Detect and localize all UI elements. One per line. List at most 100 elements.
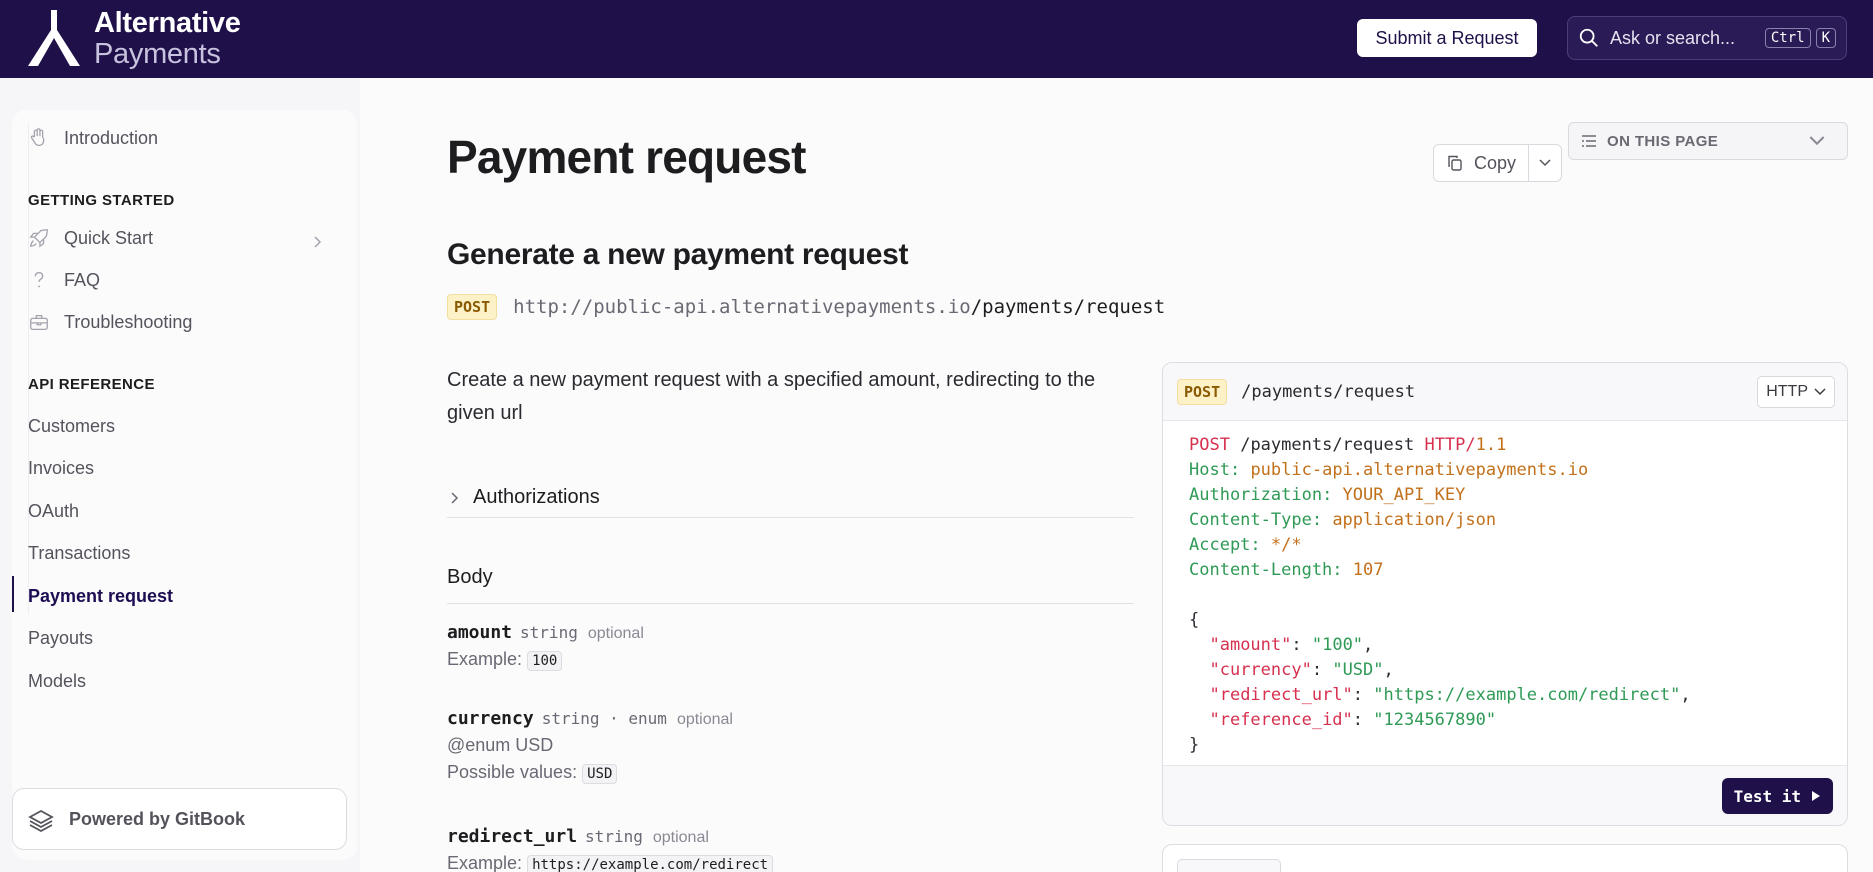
field-example: Example: 100 <box>447 649 644 671</box>
brand-line-1: Alternative <box>94 7 241 39</box>
code-panel-header: POST /payments/request HTTP <box>1163 363 1847 421</box>
rocket-icon <box>29 229 48 248</box>
response-tab[interactable] <box>1177 859 1281 872</box>
field-redirect-url: redirect_url string optional Example: http… <box>447 826 774 872</box>
chevron-down-icon <box>1809 136 1825 146</box>
test-it-label: Test it <box>1733 786 1801 806</box>
play-icon <box>1812 791 1820 801</box>
code-value: application/json <box>1332 510 1497 530</box>
sidebar-item-label: FAQ <box>64 269 101 290</box>
question-mark-icon <box>34 271 44 288</box>
on-this-page-toggle[interactable]: ON THIS PAGE <box>1568 122 1848 160</box>
field-type: string <box>585 827 643 846</box>
code-value: YOUR_API_KEY <box>1342 485 1466 505</box>
endpoint-host: http://public-api.alternativepayments.io <box>513 296 971 318</box>
gitbook-icon <box>28 809 54 833</box>
code-key: Authorization <box>1189 485 1323 505</box>
code-key: Content-Length <box>1189 560 1333 580</box>
field-amount: amount string optional Example: 100 <box>447 622 644 671</box>
copy-button[interactable]: Copy <box>1434 145 1530 181</box>
code-value: public-api.alternativepayments.io <box>1250 460 1589 480</box>
chevron-right-icon[interactable] <box>312 235 324 249</box>
json-value: "100" <box>1311 635 1364 655</box>
response-panel <box>1162 844 1848 872</box>
field-type: string · enum <box>541 709 667 728</box>
active-indicator <box>12 576 14 612</box>
section-heading: Generate a new payment request <box>447 238 909 271</box>
example-value: 100 <box>527 651 563 671</box>
top-header: Alternative Payments Submit a Request As… <box>0 0 1873 78</box>
json-value: "USD" <box>1332 660 1384 680</box>
sidebar-item-faq[interactable]: FAQ <box>28 264 100 296</box>
json-key: "currency" <box>1209 660 1312 680</box>
sidebar-item-transactions[interactable]: Transactions <box>28 537 130 569</box>
sidebar-item-payouts[interactable]: Payouts <box>28 622 93 654</box>
brand-line-2: Payments <box>94 38 221 70</box>
code-http: HTTP/ <box>1424 435 1476 455</box>
example-value: https://example.com/redirect <box>527 855 774 872</box>
shortcut-k: K <box>1815 28 1836 48</box>
sidebar-item-troubleshooting[interactable]: Troubleshooting <box>28 306 192 338</box>
possible-label: Possible values: <box>447 762 578 782</box>
sidebar-item-label: Troubleshooting <box>64 311 193 332</box>
powered-by-label: Powered by GitBook <box>69 808 246 829</box>
body-heading: Body <box>447 566 1134 604</box>
page-title: Payment request <box>447 131 807 183</box>
authorizations-label: Authorizations <box>473 486 600 508</box>
code-path: /payments/request <box>1240 435 1415 455</box>
sidebar-item-quick-start[interactable]: Quick Start <box>28 222 153 254</box>
method-badge: POST <box>447 294 498 320</box>
field-type: string <box>520 623 578 642</box>
toolbox-icon <box>30 314 48 330</box>
on-this-page-label: ON THIS PAGE <box>1607 132 1719 150</box>
json-key: "redirect_url" <box>1209 685 1353 705</box>
json-key: "amount" <box>1209 635 1292 655</box>
brand-name[interactable]: Alternative Payments <box>94 8 241 70</box>
code-http-version: 1.1 <box>1475 435 1507 455</box>
sidebar-item-models[interactable]: Models <box>28 665 86 697</box>
field-optional: optional <box>587 625 644 642</box>
request-code-block[interactable]: POST /payments/request HTTP/1.1 Host: pu… <box>1189 433 1691 758</box>
sidebar-item-customers[interactable]: Customers <box>28 410 115 442</box>
json-key: "reference_id" <box>1209 710 1353 730</box>
chevron-right-icon <box>451 491 459 504</box>
code-key: Host <box>1189 460 1230 480</box>
code-key: Accept <box>1189 535 1251 555</box>
copy-options-button[interactable] <box>1529 145 1561 181</box>
json-value: "https://example.com/redirect" <box>1373 685 1681 705</box>
section-heading-getting-started: GETTING STARTED <box>28 192 175 209</box>
section-heading-api-reference: API REFERENCE <box>28 376 155 393</box>
waving-hand-icon <box>30 128 45 146</box>
field-optional: optional <box>676 711 733 728</box>
language-select[interactable]: HTTP <box>1757 375 1835 408</box>
sidebar: Introduction GETTING STARTED Quick Start… <box>12 110 357 860</box>
search-icon <box>1579 28 1598 47</box>
example-label: Example: <box>447 853 523 872</box>
sidebar-item-introduction[interactable]: Introduction <box>28 122 158 154</box>
submit-request-button[interactable]: Submit a Request <box>1357 19 1537 57</box>
field-currency: currency string · enum optional @enum USD … <box>447 708 733 784</box>
possible-value: USD <box>582 764 618 784</box>
language-label: HTTP <box>1766 382 1808 400</box>
sidebar-item-payment-request[interactable]: Payment request <box>28 580 173 612</box>
sidebar-item-invoices[interactable]: Invoices <box>28 452 94 484</box>
method-badge: POST <box>1177 378 1228 405</box>
endpoint-description: Create a new payment request with a spec… <box>447 369 1096 424</box>
main-content: Payment request Copy ON THIS PAGE Genera… <box>360 78 1873 872</box>
field-optional: optional <box>652 829 709 846</box>
code-key: Content-Type <box>1189 510 1312 530</box>
code-method: POST <box>1189 435 1230 455</box>
test-it-button[interactable]: Test it <box>1721 778 1833 814</box>
sidebar-item-oauth[interactable]: OAuth <box>28 495 79 527</box>
code-value: 107 <box>1352 560 1384 580</box>
powered-by-gitbook-link[interactable]: Powered by GitBook <box>12 788 347 850</box>
alternative-payments-logo-icon[interactable] <box>26 8 82 68</box>
code-value: */* <box>1270 535 1302 555</box>
field-name: currency <box>447 708 534 729</box>
search-box[interactable]: Ask or search... Ctrl K <box>1567 16 1847 60</box>
code-panel-path: /payments/request <box>1241 381 1416 402</box>
sidebar-item-label: Quick Start <box>64 227 154 248</box>
request-code-panel: POST /payments/request HTTP POST /paymen… <box>1162 362 1848 826</box>
authorizations-toggle[interactable]: Authorizations <box>447 478 1134 518</box>
endpoint-path: /payments/request <box>970 296 1166 318</box>
